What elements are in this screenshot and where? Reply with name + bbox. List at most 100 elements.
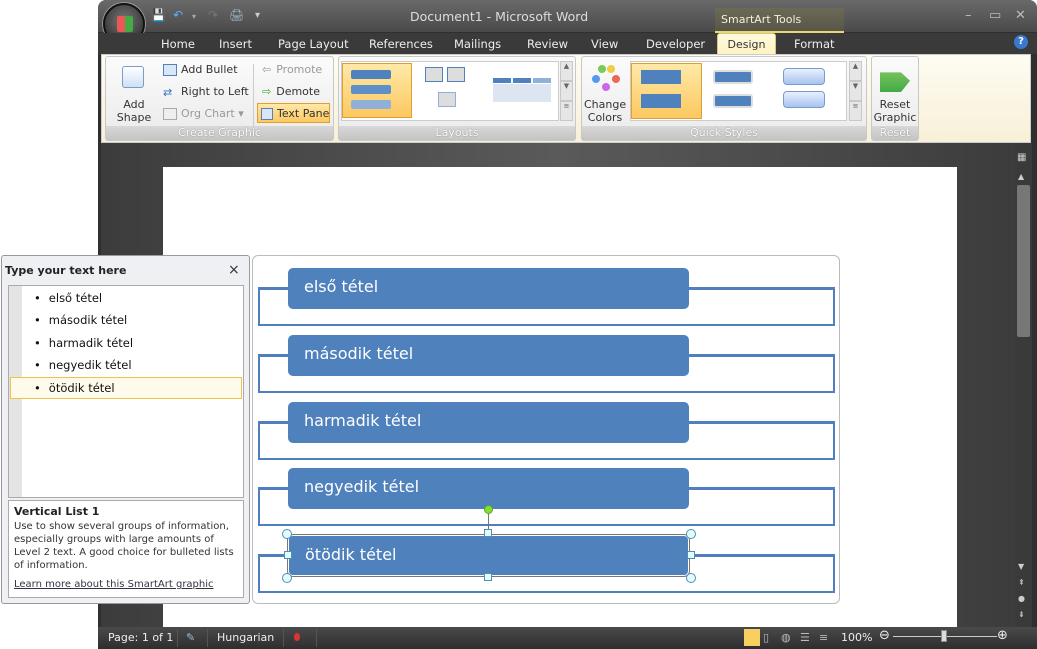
tab-page-layout[interactable]: Page Layout (278, 37, 349, 51)
close-button[interactable]: ✕ (1015, 8, 1026, 23)
list-item[interactable]: első tétel (34, 291, 102, 305)
change-colors-icon (592, 63, 622, 93)
list-item[interactable]: ötödik tétel (34, 381, 115, 395)
quick-print-icon[interactable]: 🖨 (229, 8, 244, 22)
org-chart-button[interactable]: Org Chart ▾ (163, 107, 244, 120)
quick-style-simple[interactable] (631, 63, 702, 119)
zoom-out-icon[interactable]: ⊖ (879, 628, 890, 643)
redo-icon[interactable]: ↷ (208, 8, 218, 22)
list-item[interactable]: harmadik tétel (34, 336, 133, 350)
zoom-level[interactable]: 100% (841, 631, 872, 644)
org-chart-label: Org Chart (181, 107, 235, 120)
tab-format[interactable]: Format (794, 37, 835, 51)
resize-handle[interactable] (686, 529, 696, 539)
styles-more[interactable]: ≡ (849, 101, 862, 121)
add-shape-icon (122, 66, 144, 88)
layouts-scroll-up[interactable]: ▲ (560, 61, 573, 81)
quick-style-outline[interactable] (707, 64, 771, 116)
ruler-toggle-icon[interactable]: ▦ (1017, 152, 1026, 163)
demote-button[interactable]: ⇨ Demote (262, 85, 320, 98)
layouts-scroll-down[interactable]: ▼ (560, 81, 573, 101)
text-pane-icon (261, 108, 273, 120)
divider (316, 629, 317, 647)
resize-handle[interactable] (484, 573, 492, 581)
select-browse-object-icon[interactable]: ● (1018, 594, 1025, 603)
divider (207, 629, 208, 647)
zoom-slider-thumb[interactable] (941, 630, 947, 642)
swap-arrows-icon: ⇄ (163, 86, 173, 99)
tab-developer[interactable]: Developer (646, 37, 705, 51)
smartart-shape-selected[interactable]: ötödik tétel (287, 534, 690, 577)
web-layout-icon[interactable]: ◍ (781, 631, 791, 644)
minimize-button[interactable]: – (965, 8, 972, 23)
tab-mailings[interactable]: Mailings (454, 37, 501, 51)
styles-scroll-down[interactable]: ▼ (849, 81, 862, 101)
text-pane-button[interactable]: Text Pane (257, 103, 330, 123)
demote-arrow-icon: ⇨ (262, 85, 272, 98)
learn-more-link[interactable]: Learn more about this SmartArt graphic (14, 578, 238, 591)
right-to-left-button[interactable]: ⇄ Right to Left (163, 85, 249, 99)
reset-graphic-button[interactable]: Reset Graphic (873, 98, 917, 124)
divider (253, 64, 254, 126)
layout-picture-grid[interactable] (416, 64, 482, 116)
draft-view-icon[interactable]: ≡ (819, 631, 828, 644)
quick-style-gradient[interactable] (779, 64, 843, 116)
promote-button[interactable]: ⇦ Promote (262, 63, 322, 76)
layout-vertical-list[interactable] (342, 63, 412, 118)
resize-handle[interactable] (686, 573, 696, 583)
zoom-in-icon[interactable]: ⊕ (997, 628, 1008, 643)
styles-scroll-up[interactable]: ▲ (849, 61, 862, 81)
layouts-more[interactable]: ≡ (560, 101, 573, 121)
add-bullet-button[interactable]: Add Bullet (163, 63, 238, 76)
scroll-down-icon[interactable]: ▼ (1018, 562, 1024, 571)
customize-qat-icon[interactable]: ▾ (255, 10, 260, 21)
scroll-up-icon[interactable]: ▲ (1018, 172, 1024, 181)
full-screen-reading-icon[interactable]: ▯ (763, 631, 769, 644)
language-indicator[interactable]: Hungarian (217, 631, 274, 644)
smartart-shape[interactable]: harmadik tétel (288, 402, 689, 443)
tab-design[interactable]: Design (717, 33, 776, 55)
maximize-button[interactable]: ▭ (989, 8, 1001, 23)
rotate-handle[interactable] (484, 505, 493, 514)
group-label: Create Graphic (106, 126, 333, 140)
group-label: Quick Styles (582, 126, 866, 140)
list-item[interactable]: második tétel (34, 313, 127, 327)
resize-handle[interactable] (687, 551, 695, 559)
tab-home[interactable]: Home (161, 37, 195, 51)
save-icon[interactable]: 💾 (151, 8, 166, 22)
outline-view-icon[interactable]: ☰ (800, 631, 810, 644)
tab-insert[interactable]: Insert (219, 37, 252, 51)
help-icon[interactable]: ? (1014, 35, 1028, 49)
tab-review[interactable]: Review (527, 37, 568, 51)
print-layout-view-icon[interactable] (744, 629, 760, 646)
scroll-thumb[interactable] (1017, 185, 1030, 337)
resize-handle[interactable] (484, 529, 492, 537)
list-item[interactable]: negyedik tétel (34, 358, 132, 372)
change-colors-button[interactable]: Change Colors (584, 98, 626, 124)
window-title: Document1 - Microsoft Word (410, 9, 589, 24)
resize-handle[interactable] (282, 529, 292, 539)
smartart-shape[interactable]: második tétel (288, 335, 689, 376)
tab-references[interactable]: References (369, 37, 433, 51)
bullet-list-icon (163, 64, 177, 76)
undo-dropdown-icon[interactable]: ▾ (192, 12, 196, 21)
text-pane-label: Text Pane (277, 107, 330, 120)
macro-record-icon[interactable] (294, 633, 300, 641)
resize-handle[interactable] (282, 573, 292, 583)
undo-icon[interactable]: ↶ (173, 8, 183, 22)
close-pane-icon[interactable]: × (228, 262, 240, 278)
tab-view[interactable]: View (591, 37, 618, 51)
layout-name: Vertical List 1 (14, 505, 100, 518)
previous-page-icon[interactable]: ⇞ (1018, 578, 1025, 587)
next-page-icon[interactable]: ⇟ (1018, 610, 1025, 619)
smartart-shape[interactable]: negyedik tétel (288, 468, 689, 509)
smartart-shape[interactable]: első tétel (288, 268, 689, 309)
page-count[interactable]: Page: 1 of 1 (108, 631, 173, 644)
group-label: Layouts (339, 126, 575, 140)
promote-arrow-icon: ⇦ (262, 63, 272, 76)
org-chart-icon (163, 108, 177, 120)
layout-table-list[interactable] (489, 64, 555, 116)
add-shape-button[interactable]: Add Shape (114, 98, 154, 124)
proofing-icon[interactable]: ✎ (186, 631, 195, 644)
resize-handle[interactable] (284, 551, 292, 559)
